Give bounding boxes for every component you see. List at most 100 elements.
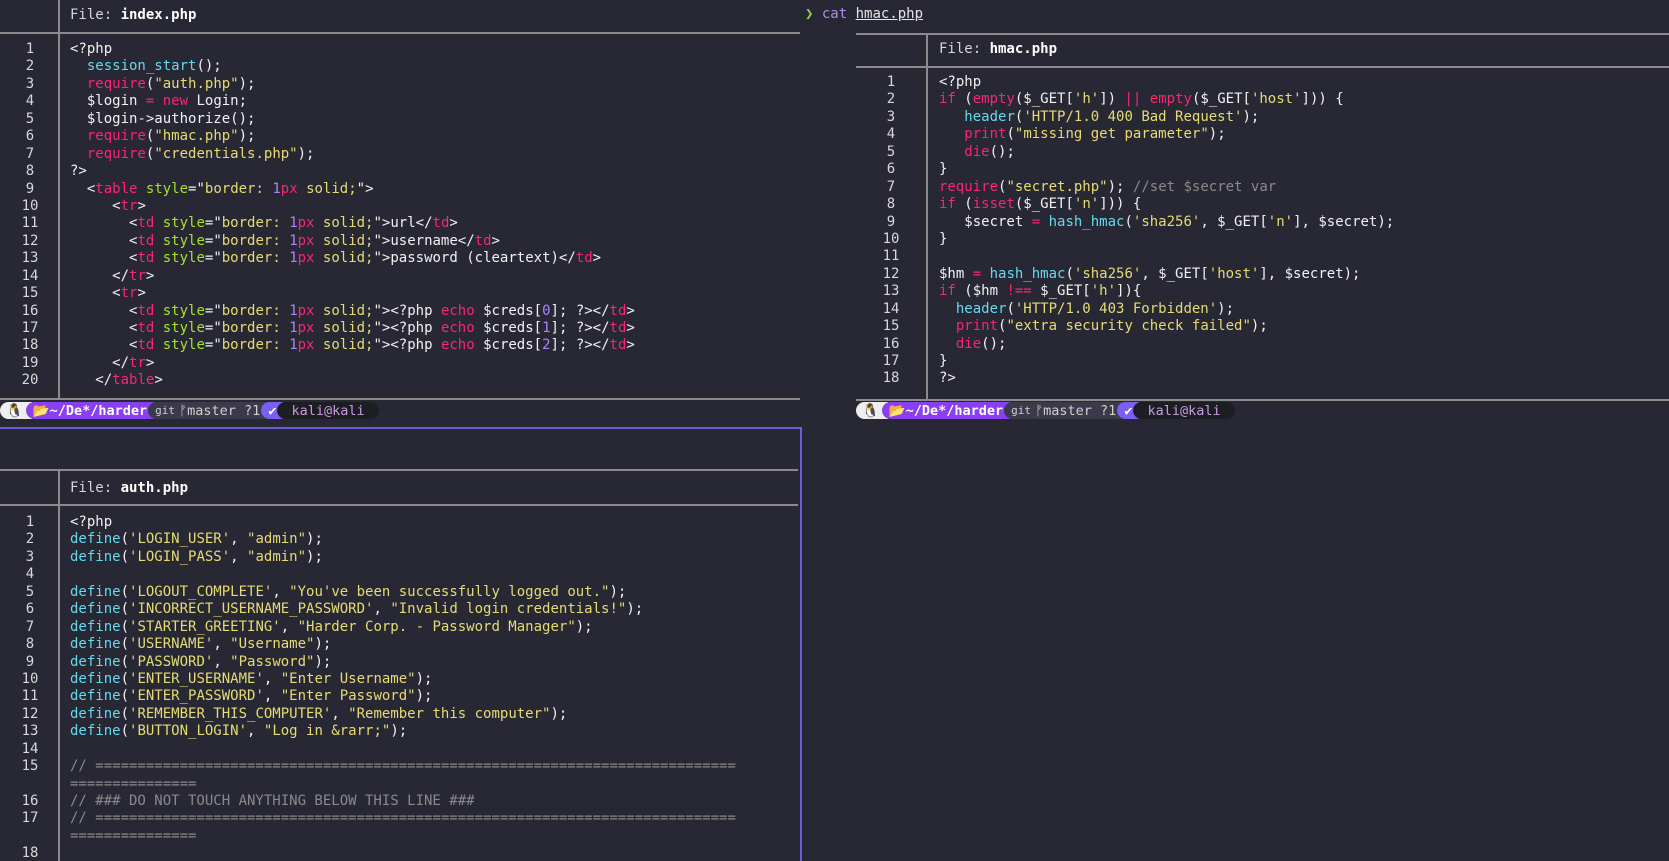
code-text: define('STARTER_GREETING', "Harder Corp.… <box>70 619 593 636</box>
code-line: 17} <box>856 353 1669 370</box>
user-segment: kali@kali <box>1133 402 1235 419</box>
code-token: , <box>263 670 281 687</box>
code-token: 'LOGOUT_COMPLETE' <box>129 583 273 600</box>
line-number: 5 <box>25 110 35 127</box>
code-token: td <box>137 302 155 319</box>
code-token: ); <box>314 653 332 670</box>
line-number: 8 <box>886 196 896 213</box>
code-text: <table style="border: 1px solid;"> <box>70 181 374 198</box>
code-token: $_GET[ <box>1031 283 1091 300</box>
code-token: =" <box>204 250 222 267</box>
code-token: 1 <box>289 337 298 354</box>
code-token: "Username" <box>230 636 315 653</box>
code-token: require <box>86 145 146 162</box>
code-token: define <box>70 583 121 600</box>
code-token: =" <box>204 320 222 336</box>
code-text: require("secret.php"); //set $secret var <box>939 179 1276 196</box>
code-line: 9 $secret = hash_hmac('sha256', $_GET['n… <box>856 214 1669 231</box>
code-line: 15 <tr> <box>0 285 800 302</box>
code-line: 6 require("hmac.php"); <box>0 128 800 145</box>
code-text: } <box>939 353 947 370</box>
code-text: } <box>939 231 947 248</box>
line-number: 7 <box>25 618 35 635</box>
file-header: File: hmac.php <box>939 41 1058 57</box>
line-number: 13 <box>21 723 39 740</box>
code-token: tr <box>129 267 146 284</box>
code-token: =" <box>204 337 222 354</box>
status-bar: 🐧 📂 ~/De*/harder git ᚠ master ?1 ✔ kali@ka… <box>0 402 379 419</box>
line-number: 12 <box>21 705 39 722</box>
code-token: ( <box>120 705 130 722</box>
code-token: "secret.php" <box>1006 178 1108 195</box>
code-text: print("extra security check failed"); <box>939 318 1268 335</box>
line-number: 20 <box>21 372 39 389</box>
code-token: solid; <box>314 320 374 336</box>
code-token: ); <box>575 618 593 635</box>
code-text: define('PASSWORD', "Password"); <box>70 654 331 671</box>
code-token: ); <box>1107 178 1133 195</box>
line-number: 9 <box>886 213 896 230</box>
code-line: 11 define('ENTER_PASSWORD', "Enter Passwo… <box>0 688 798 705</box>
code-token: ( <box>120 583 130 600</box>
code-token: 1 <box>542 320 551 336</box>
code-token: td <box>474 232 492 249</box>
code-token: define <box>70 601 121 618</box>
code-text: die(); <box>939 336 1007 353</box>
code-token: echo <box>440 320 475 336</box>
code-token: ], $secret); <box>1293 213 1395 230</box>
code-token: ); <box>306 531 323 548</box>
pane-hmac-php[interactable]: File: hmac.php 1 <?php 2 if (empty($_GET['h… <box>856 33 1669 427</box>
code-text: =============== <box>70 828 196 845</box>
code-token: "auth.php" <box>154 75 239 92</box>
code-token: "hmac.php" <box>154 128 239 145</box>
command: cat <box>821 6 848 22</box>
code-token: ( <box>1065 265 1074 282</box>
command-argument[interactable]: hmac.php <box>856 6 923 22</box>
code-token: define <box>70 548 121 565</box>
code-token: if <box>939 91 956 108</box>
code-line: 5 die(); <box>856 144 1669 161</box>
code-token: $login->authorize(); <box>70 110 256 127</box>
code-text: // =====================================… <box>70 810 736 827</box>
line-number: 1 <box>25 41 35 57</box>
pane-index-php[interactable]: File: index.php 1 <?php 2 session_start();… <box>0 0 800 427</box>
pane-auth-php[interactable]: File: auth.php 1 <?php 2 define('LOGIN_USER… <box>0 429 798 861</box>
code-line: 18 <box>0 845 798 861</box>
code-line: 16 <td style="border: 1px solid;"><?php … <box>0 303 800 320</box>
code-text: define('ENTER_USERNAME', "Enter Username… <box>70 671 432 688</box>
code-line: 7 define('STARTER_GREETING', "Harder Corp… <box>0 619 798 636</box>
code-line: 17 // ===================================… <box>0 810 798 827</box>
code-token: px <box>297 250 315 267</box>
code-token: "Enter Password" <box>280 688 416 705</box>
code-token: Login; <box>188 93 248 110</box>
code-token: $creds[ <box>474 337 543 354</box>
active-pane-border-right[interactable] <box>800 427 802 861</box>
code-token: solid; <box>314 337 374 354</box>
code-token: "Harder Corp. - Password Manager" <box>297 618 576 635</box>
code-text: define('REMEMBER_THIS_COMPUTER', "Rememb… <box>70 706 567 723</box>
dir-segment: 📂 ~/De*/harder <box>881 402 1011 419</box>
code-token: ], $secret); <box>1259 265 1361 282</box>
code-text: $secret = hash_hmac('sha256', $_GET['n']… <box>939 214 1394 231</box>
code-token: < <box>70 250 138 267</box>
code-token: } <box>939 161 948 178</box>
code-token: // =====================================… <box>70 810 736 827</box>
line-number: 1 <box>25 514 35 530</box>
code-token: 1 <box>289 215 298 232</box>
line-number: 18 <box>21 845 39 861</box>
code-token: style <box>162 302 205 319</box>
code-token: ( <box>120 618 130 635</box>
code-token: px <box>297 232 315 249</box>
line-number: 4 <box>25 93 35 110</box>
line-number: 18 <box>882 370 900 387</box>
code-listing: 1 <?php 2 if (empty($_GET['h']) || empty($_… <box>856 74 1669 388</box>
code-line: 14 <box>0 741 798 758</box>
code-token: ($hm <box>955 283 1007 300</box>
code-token: 'sha256' <box>1132 213 1201 230</box>
code-text: <td style="border: 1px solid;">password … <box>70 250 601 267</box>
line-number: 5 <box>25 583 35 600</box>
code-text: ?> <box>70 163 87 180</box>
